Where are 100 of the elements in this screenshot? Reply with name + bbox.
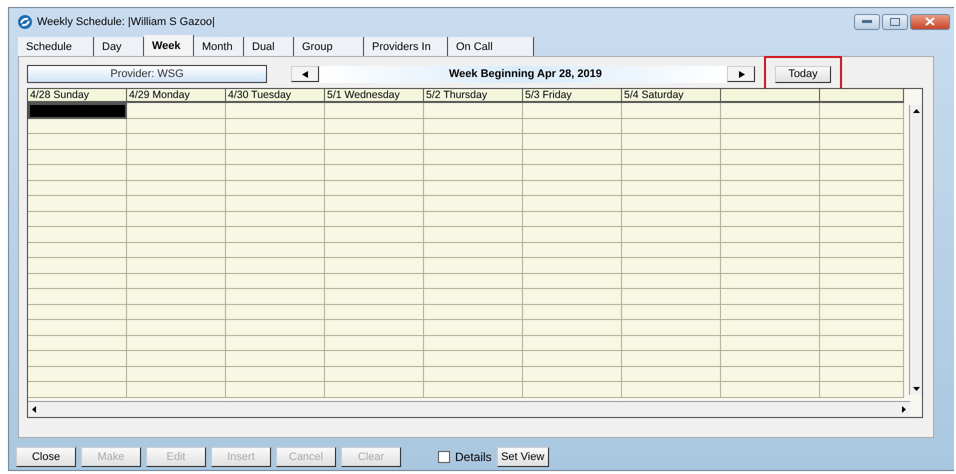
table-cell[interactable] <box>226 118 325 134</box>
table-cell[interactable] <box>523 320 622 336</box>
table-cell[interactable] <box>721 227 820 242</box>
table-cell[interactable] <box>226 304 325 320</box>
table-cell[interactable] <box>424 118 523 134</box>
previous-week-button[interactable] <box>291 66 319 82</box>
table-cell[interactable] <box>820 212 904 227</box>
table-cell[interactable] <box>127 150 226 165</box>
table-cell[interactable] <box>127 180 226 196</box>
table-cell[interactable] <box>622 134 721 150</box>
table-cell[interactable] <box>424 366 523 382</box>
table-cell[interactable] <box>820 274 904 289</box>
tab[interactable]: Providers In <box>364 37 448 56</box>
table-cell[interactable] <box>424 274 523 289</box>
left-arrow-icon[interactable] <box>32 406 36 413</box>
table-cell[interactable] <box>424 196 523 212</box>
table-cell[interactable] <box>127 382 226 398</box>
table-cell[interactable] <box>28 180 127 196</box>
tab[interactable]: Month <box>194 37 244 56</box>
table-cell[interactable] <box>523 242 622 258</box>
table-cell[interactable] <box>820 118 904 134</box>
table-cell[interactable] <box>127 351 226 366</box>
table-cell[interactable] <box>325 351 424 366</box>
table-cell[interactable] <box>325 366 424 382</box>
details-checkbox[interactable] <box>438 451 450 463</box>
table-cell[interactable] <box>127 242 226 258</box>
table-cell[interactable] <box>820 320 904 336</box>
table-cell[interactable] <box>721 196 820 212</box>
table-cell[interactable] <box>127 103 226 118</box>
table-cell[interactable] <box>622 165 721 180</box>
table-cell[interactable] <box>28 274 127 289</box>
table-cell[interactable] <box>523 180 622 196</box>
table-cell[interactable] <box>325 165 424 180</box>
table-cell[interactable] <box>721 351 820 366</box>
table-cell[interactable] <box>226 212 325 227</box>
table-cell[interactable] <box>325 150 424 165</box>
table-cell[interactable] <box>325 118 424 134</box>
table-cell[interactable] <box>226 382 325 398</box>
table-cell[interactable] <box>721 382 820 398</box>
table-cell[interactable] <box>523 150 622 165</box>
table-cell[interactable] <box>28 382 127 398</box>
table-cell[interactable] <box>28 150 127 165</box>
table-cell[interactable] <box>523 227 622 242</box>
table-cell[interactable] <box>325 227 424 242</box>
table-cell[interactable] <box>523 212 622 227</box>
vertical-scrollbar[interactable] <box>909 105 922 395</box>
table-cell[interactable] <box>325 336 424 351</box>
table-cell[interactable] <box>721 165 820 180</box>
up-arrow-icon[interactable] <box>912 109 920 113</box>
table-cell[interactable] <box>226 366 325 382</box>
table-cell[interactable] <box>28 103 127 118</box>
table-cell[interactable] <box>424 150 523 165</box>
table-cell[interactable] <box>622 103 721 118</box>
table-cell[interactable] <box>226 289 325 304</box>
table-cell[interactable] <box>820 289 904 304</box>
table-cell[interactable] <box>424 320 523 336</box>
next-week-button[interactable] <box>727 66 755 82</box>
table-cell[interactable] <box>622 242 721 258</box>
table-cell[interactable] <box>721 118 820 134</box>
table-cell[interactable] <box>622 118 721 134</box>
table-cell[interactable] <box>226 134 325 150</box>
table-cell[interactable] <box>127 212 226 227</box>
table-cell[interactable] <box>28 336 127 351</box>
table-cell[interactable] <box>523 366 622 382</box>
table-cell[interactable] <box>523 103 622 118</box>
table-cell[interactable] <box>127 304 226 320</box>
table-cell[interactable] <box>226 351 325 366</box>
table-cell[interactable] <box>820 180 904 196</box>
table-cell[interactable] <box>226 242 325 258</box>
table-cell[interactable] <box>523 134 622 150</box>
table-cell[interactable] <box>622 274 721 289</box>
table-cell[interactable] <box>424 351 523 366</box>
table-cell[interactable] <box>622 150 721 165</box>
table-cell[interactable] <box>820 351 904 366</box>
table-cell[interactable] <box>28 134 127 150</box>
table-cell[interactable] <box>820 227 904 242</box>
table-cell[interactable] <box>28 304 127 320</box>
tab[interactable]: On Call <box>448 37 534 56</box>
table-cell[interactable] <box>622 212 721 227</box>
table-cell[interactable] <box>226 258 325 274</box>
table-cell[interactable] <box>28 227 127 242</box>
table-cell[interactable] <box>721 320 820 336</box>
table-cell[interactable] <box>721 304 820 320</box>
table-cell[interactable] <box>325 258 424 274</box>
table-cell[interactable] <box>721 134 820 150</box>
set-view-button[interactable]: Set View <box>496 447 549 467</box>
table-cell[interactable] <box>721 336 820 351</box>
table-cell[interactable] <box>325 180 424 196</box>
table-cell[interactable] <box>226 103 325 118</box>
table-cell[interactable] <box>127 258 226 274</box>
table-cell[interactable] <box>325 382 424 398</box>
down-arrow-icon[interactable] <box>912 387 920 391</box>
table-cell[interactable] <box>28 258 127 274</box>
table-cell[interactable] <box>325 242 424 258</box>
table-cell[interactable] <box>424 103 523 118</box>
table-cell[interactable] <box>523 274 622 289</box>
table-cell[interactable] <box>325 274 424 289</box>
table-cell[interactable] <box>721 258 820 274</box>
table-cell[interactable] <box>226 180 325 196</box>
table-cell[interactable] <box>622 336 721 351</box>
